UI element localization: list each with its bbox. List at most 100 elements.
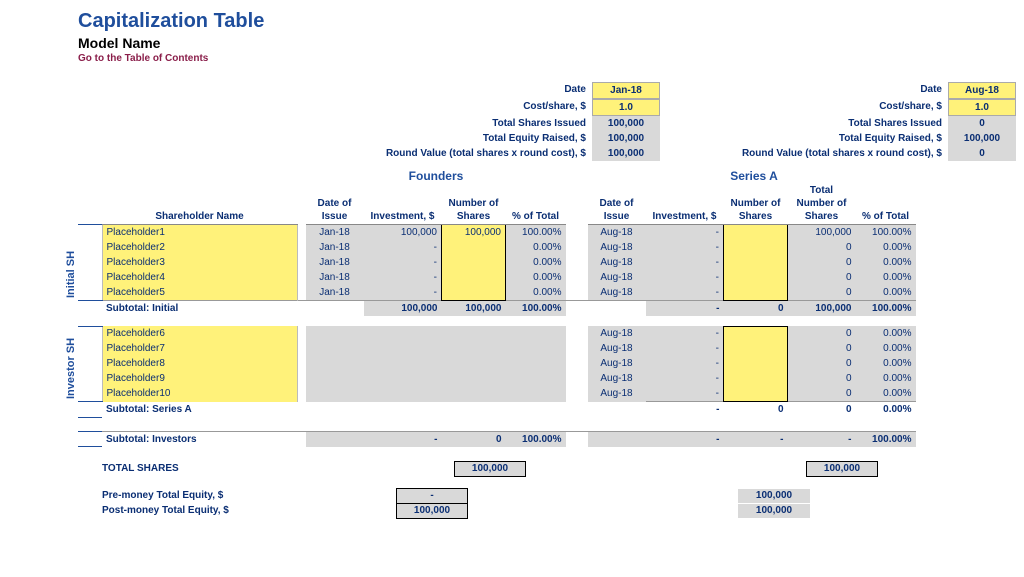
cell: 0.00% [856, 386, 916, 402]
shares-input[interactable] [724, 240, 788, 255]
subtotal-investors-row: Subtotal: Investors - 0 100.00% - - - 10… [78, 431, 916, 447]
cell: Jan-18 [306, 270, 364, 285]
shares-input[interactable] [442, 240, 506, 255]
cell: 0 [788, 240, 856, 255]
table-row: Placeholder4Jan-18-0.00%Aug-18-00.00% [78, 270, 916, 285]
col-shares: Number of Shares [442, 183, 506, 225]
cell: 0 [788, 341, 856, 356]
seriesa-rv: 0 [948, 146, 1016, 161]
cell: 0 [788, 255, 856, 270]
cell: - [646, 225, 724, 241]
pre-money-seriesa: 100,000 [738, 489, 810, 503]
shareholder-name[interactable]: Placeholder2 [102, 240, 297, 255]
page-title: Capitalization Table [78, 10, 1016, 33]
cell: - [646, 341, 724, 356]
meta-label: Total Equity Raised, $ [252, 131, 592, 146]
cap-table: Shareholder Name Date of Issue Investmen… [78, 183, 916, 447]
total-shares-seriesa: 100,000 [806, 461, 878, 477]
shares-input[interactable] [724, 371, 788, 386]
meta-label: Total Shares Issued [252, 116, 592, 131]
subtotal-seriesa-row: Subtotal: Series A - 0 0 0.00% [78, 402, 916, 418]
shares-input[interactable] [442, 270, 506, 285]
cell: - [724, 431, 788, 447]
cell: 100,000 [788, 301, 856, 317]
meta-label: Total Shares Issued [678, 116, 948, 131]
meta-label: Cost/share, $ [252, 99, 592, 116]
meta-label: Total Equity Raised, $ [678, 131, 948, 146]
table-row: Placeholder3Jan-18-0.00%Aug-18-00.00% [78, 255, 916, 270]
shareholder-name[interactable]: Placeholder9 [102, 371, 297, 386]
table-row: Investor SHPlaceholder6Aug-18-00.00% [78, 326, 916, 341]
cell: 0.00% [856, 326, 916, 341]
cell: Jan-18 [306, 225, 364, 241]
cell: Aug-18 [588, 341, 646, 356]
shares-input[interactable] [724, 270, 788, 285]
subtotal-label: Subtotal: Series A [102, 402, 297, 418]
shareholder-name[interactable]: Placeholder5 [102, 285, 297, 301]
shares-input[interactable] [724, 326, 788, 341]
founders-cost[interactable]: 1.0 [592, 99, 660, 116]
cell: 0 [442, 431, 506, 447]
shares-input[interactable] [724, 255, 788, 270]
meta-label: Round Value (total shares x round cost),… [678, 146, 948, 161]
cell: 0 [788, 285, 856, 301]
cell: 0.00% [506, 285, 566, 301]
seriesa-title: Series A [589, 169, 919, 183]
shareholder-name[interactable]: Placeholder3 [102, 255, 297, 270]
shares-input[interactable] [724, 225, 788, 241]
cell: 0.00% [506, 270, 566, 285]
cell: 0.00% [506, 240, 566, 255]
cell: 0 [788, 386, 856, 402]
cell: 100,000 [364, 225, 442, 241]
founders-rv: 100,000 [592, 146, 660, 161]
shares-input[interactable] [724, 341, 788, 356]
cell: 100,000 [788, 225, 856, 241]
shareholder-name[interactable]: Placeholder1 [102, 225, 297, 241]
shares-input[interactable] [724, 386, 788, 402]
cell: 0.00% [856, 341, 916, 356]
toc-link[interactable]: Go to the Table of Contents [78, 53, 1016, 64]
cell: Aug-18 [588, 240, 646, 255]
cell: 0.00% [856, 255, 916, 270]
col-pct: % of Total [506, 183, 566, 225]
cell: - [364, 285, 442, 301]
shares-input[interactable]: 100,000 [442, 225, 506, 241]
cell: 100.00% [506, 431, 566, 447]
cell: 0.00% [856, 240, 916, 255]
shares-input[interactable] [442, 255, 506, 270]
cell: 0 [788, 326, 856, 341]
cell: - [364, 270, 442, 285]
shares-input[interactable] [724, 356, 788, 371]
shareholder-name[interactable]: Placeholder7 [102, 341, 297, 356]
seriesa-tsi: 0 [948, 116, 1016, 131]
side-initial: Initial SH [78, 225, 102, 301]
table-row: Placeholder5Jan-18-0.00%Aug-18-00.00% [78, 285, 916, 301]
cell: - [364, 255, 442, 270]
founders-title: Founders [305, 169, 567, 183]
cell: - [646, 431, 724, 447]
shareholder-name[interactable]: Placeholder10 [102, 386, 297, 402]
founders-ter: 100,000 [592, 131, 660, 146]
subtotal-label: Subtotal: Initial [102, 301, 297, 317]
shareholder-name[interactable]: Placeholder4 [102, 270, 297, 285]
seriesa-cost[interactable]: 1.0 [948, 99, 1016, 116]
cell: 0 [788, 356, 856, 371]
cell: - [646, 270, 724, 285]
cell: Jan-18 [306, 255, 364, 270]
shares-input[interactable] [724, 285, 788, 301]
table-row: Initial SHPlaceholder1Jan-18100,000100,0… [78, 225, 916, 241]
cell: 0.00% [506, 255, 566, 270]
shares-input[interactable] [442, 285, 506, 301]
cell: - [646, 255, 724, 270]
side-investor: Investor SH [78, 326, 102, 402]
cell: 100.00% [856, 431, 916, 447]
shareholder-name[interactable]: Placeholder6 [102, 326, 297, 341]
founders-date[interactable]: Jan-18 [592, 82, 660, 99]
seriesa-date[interactable]: Aug-18 [948, 82, 1016, 99]
cell: 0.00% [856, 402, 916, 418]
table-row: Placeholder2Jan-18-0.00%Aug-18-00.00% [78, 240, 916, 255]
cell: - [646, 356, 724, 371]
cell: 0 [788, 402, 856, 418]
shareholder-name[interactable]: Placeholder8 [102, 356, 297, 371]
subtotal-label: Subtotal: Investors [102, 431, 297, 447]
